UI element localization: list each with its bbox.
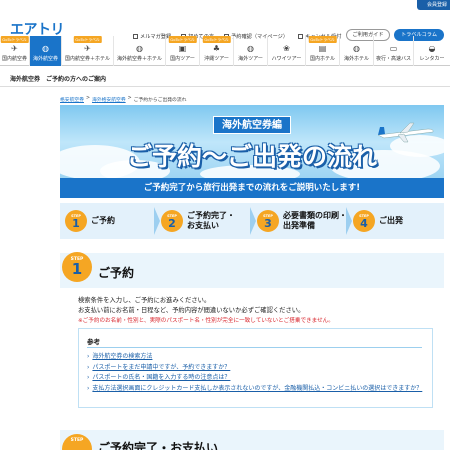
cat-okinawa-tour[interactable]: GoToトラベル ♣ 沖縄ツアー: [200, 36, 234, 66]
breadcrumb-current: ご予約からご出発の流れ: [133, 98, 187, 103]
globe-hotel-icon: ◍: [136, 44, 143, 53]
goto-tag: GoToトラベル: [308, 36, 337, 43]
cat-highway-bus[interactable]: ▭ 夜行・高速バス: [374, 36, 414, 66]
breadcrumb: 格安航空券 > 海外格安航空券 > ご予約からご出発の流れ: [60, 96, 186, 103]
goto-tag: GoToトラベル: [202, 36, 231, 43]
globe-tour-icon: ◍: [247, 44, 254, 53]
goto-tag: GoToトラベル: [73, 36, 102, 43]
cat-domestic-flight-hotel[interactable]: GoToトラベル ✈ 国内航空券＋ホテル: [62, 36, 114, 66]
breadcrumb-item[interactable]: 海外格安航空券: [92, 96, 126, 103]
cat-overseas-flight[interactable]: ◍ 海外航空券: [30, 36, 62, 66]
cat-overseas-tour[interactable]: ◍ 海外ツアー: [234, 36, 268, 66]
step-badge: STEP 1: [65, 210, 87, 232]
step-label: ご予約完了・ お支払い: [187, 211, 235, 230]
step-badge: STEP: [62, 434, 92, 450]
hero-subtitle: ご予約完了から旅行出発までの流れをご説明いたします!: [60, 178, 444, 198]
step-1-nav[interactable]: STEP 1 ご予約: [60, 203, 160, 239]
cat-domestic-flight[interactable]: GoToトラベル ✈ 国内航空券: [0, 36, 30, 66]
chevron-right-icon: ›: [87, 353, 90, 360]
divider: [0, 86, 450, 87]
warning-text: ※ご予約のお名前・性別と、実際のパスポート名・性別が完全に一致していないとご搭乗…: [78, 318, 334, 324]
step-badge: STEP 4: [353, 210, 375, 232]
goto-tag: GoToトラベル: [0, 36, 29, 43]
divider: [87, 347, 422, 348]
globe-plane-icon: ◍: [42, 44, 49, 53]
reference-title: 参考: [87, 338, 100, 346]
steps-bar: STEP 1 ご予約 STEP 2 ご予約完了・ お支払い STEP 3 必要書類の印…: [60, 203, 444, 239]
step-arrow: [154, 207, 160, 235]
goto-tag: GoToトラベル: [168, 36, 197, 43]
section-2-header: STEP ご予約完了・お支払い: [60, 430, 444, 450]
step-badge: STEP 3: [257, 210, 279, 232]
cat-overseas-hotel[interactable]: ◍ 海外ホテル: [340, 36, 374, 66]
bus-tour-icon: ▣: [178, 44, 187, 53]
hero-title: ご予約〜ご出発の流れ: [126, 142, 377, 171]
car-icon: ◒: [428, 44, 436, 53]
member-register-label: 会員登録: [426, 2, 447, 8]
site-header: エアトリ メルマガ登録 初めての方 予約確認（マイページ） キャンセル受付 ご利…: [0, 12, 450, 41]
category-nav: GoToトラベル ✈ 国内航空券 ◍ 海外航空券 GoToトラベル ✈ 国内航空…: [0, 36, 450, 66]
reference-link[interactable]: › パスポートの氏名・国籍を入力する時の注意点は？: [87, 373, 427, 384]
cat-overseas-flight-hotel[interactable]: ◍ 海外航空券＋ホテル: [114, 36, 166, 66]
hero-tag: 海外航空券編: [213, 116, 291, 134]
section-title: ご予約: [98, 266, 135, 280]
step-badge: STEP 1: [62, 252, 92, 282]
top-bar: 会員登録: [0, 0, 450, 10]
globe-bed-icon: ◍: [353, 44, 360, 53]
body-line: 検索条件を入力し、ご予約にお進みください。: [78, 297, 211, 304]
chevron-right-icon: ›: [87, 374, 90, 381]
breadcrumb-separator: >: [127, 96, 132, 101]
reference-list: › 海外航空券の検索方法 › パスポートをまだ申請中ですが、予約できますか？ › パス…: [87, 352, 427, 394]
chevron-right-icon: ›: [87, 384, 90, 392]
cat-domestic-hotel[interactable]: GoToトラベル ▤ 国内ホテル: [306, 36, 340, 66]
hawaii-icon: ❀: [283, 44, 290, 53]
reference-box: 参考 › 海外航空券の検索方法 › パスポートをまだ申請中ですが、予約できますか？ …: [78, 328, 433, 408]
cat-rental-car[interactable]: ◒ レンタカー: [414, 36, 450, 66]
hero-banner: 海外航空券編 ご予約〜ご出発の流れ ご予約完了から旅行出発までの流れをご説明いた…: [60, 105, 444, 198]
member-register-button[interactable]: 会員登録: [417, 0, 450, 10]
reference-link[interactable]: › 海外航空券の検索方法: [87, 352, 427, 363]
step-3-nav[interactable]: STEP 3 必要書類の印刷・ 出発準備: [252, 203, 352, 239]
plane-icon: ✈: [11, 44, 18, 53]
step-label: ご出発: [379, 216, 403, 225]
step-label: 必要書類の印刷・ 出発準備: [283, 211, 347, 230]
step-arrow: [250, 207, 256, 235]
chevron-right-icon: ›: [87, 363, 90, 371]
plane-hotel-icon: ✈: [84, 44, 91, 53]
bus-icon: ▭: [389, 44, 398, 53]
cat-domestic-tour[interactable]: GoToトラベル ▣ 国内ツアー: [166, 36, 200, 66]
cat-hawaii-tour[interactable]: ❀ ハワイツアー: [268, 36, 306, 66]
page-title: 海外航空券 ご予約の方へのご案内: [10, 76, 107, 83]
reference-link[interactable]: › 支払方法選択画面にクレジットカード支払しか表示されないのですが、金融機関払込・…: [87, 384, 427, 395]
step-4-nav[interactable]: STEP 4 ご出発: [348, 203, 444, 239]
hotel-icon: ▤: [318, 44, 327, 53]
palm-icon: ♣: [212, 44, 221, 53]
body-line: お支払い前にお名前・日程など、予約内容が間違いないか必ずご確認ください。: [78, 307, 305, 314]
breadcrumb-separator: >: [86, 96, 91, 101]
step-label: ご予約: [91, 216, 115, 225]
section-1-header: STEP 1 ご予約: [60, 252, 444, 288]
section-1-body: 検索条件を入力し、ご予約にお進みください。 お支払い前にお名前・日程など、予約内…: [78, 296, 438, 326]
step-badge: STEP 2: [161, 210, 183, 232]
breadcrumb-item[interactable]: 格安航空券: [60, 96, 84, 103]
section-title: ご予約完了・お支払い: [98, 441, 219, 450]
reference-link[interactable]: › パスポートをまだ申請中ですが、予約できますか？: [87, 363, 427, 374]
step-arrow: [346, 207, 352, 235]
step-2-nav[interactable]: STEP 2 ご予約完了・ お支払い: [156, 203, 256, 239]
